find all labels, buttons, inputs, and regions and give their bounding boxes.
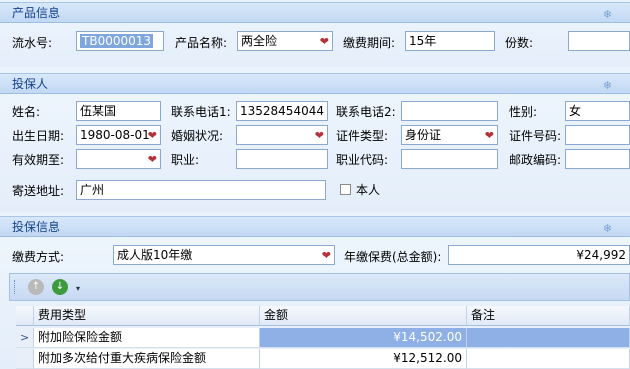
- gender-value: 女: [569, 104, 582, 118]
- marital-label: 婚姻状况:: [171, 129, 224, 143]
- annual-premium-label: 年缴保费(总金额):: [344, 250, 442, 264]
- address-value: 广州: [80, 183, 105, 197]
- phone2-input[interactable]: [401, 101, 498, 121]
- move-up-icon[interactable]: ↑: [28, 279, 44, 295]
- address-input[interactable]: 广州: [76, 180, 326, 200]
- id-type-value: 身份证: [405, 128, 442, 142]
- product-name-value: 两全险: [241, 34, 278, 48]
- snowflake-icon: ❄: [602, 8, 612, 21]
- name-value: 伍某国: [80, 104, 117, 118]
- pay-method-select[interactable]: 成人版10年缴 ❤: [113, 245, 335, 265]
- annual-premium-value: ¥24,992: [576, 248, 626, 262]
- valid-until-select[interactable]: ❤: [76, 149, 161, 169]
- product-name-select[interactable]: 两全险 ❤: [237, 31, 333, 51]
- dropdown-heart-icon[interactable]: ❤: [315, 127, 324, 144]
- copies-input[interactable]: [568, 31, 630, 51]
- payment-period-label: 缴费期间:: [343, 36, 396, 50]
- name-label: 姓名:: [12, 105, 41, 119]
- id-no-label: 证件号码:: [509, 129, 562, 143]
- id-type-select[interactable]: 身份证 ❤: [401, 125, 498, 145]
- job-input[interactable]: [236, 149, 328, 169]
- insured-title: 投保人: [12, 77, 49, 91]
- phone1-value: 13528454044: [240, 104, 324, 118]
- policy-info-title: 投保信息: [12, 220, 61, 234]
- dropdown-heart-icon[interactable]: ❤: [320, 33, 329, 50]
- dropdown-heart-icon[interactable]: ❤: [322, 247, 331, 264]
- serial-value: TB0000013: [80, 34, 154, 48]
- cell-type[interactable]: 附加多次给付重大疾病保险金额: [34, 349, 260, 369]
- payment-period-value: 15年: [409, 34, 437, 48]
- marital-select[interactable]: ❤: [236, 125, 328, 145]
- phone2-label: 联系电话2:: [336, 105, 396, 119]
- row-indicator: [16, 349, 34, 369]
- grid-header-note[interactable]: 备注: [467, 306, 630, 326]
- grid-header-corner: [16, 306, 34, 326]
- gender-label: 性别:: [509, 105, 538, 119]
- policy-info-header: 投保信息 ❄: [0, 217, 630, 237]
- cell-type[interactable]: 附加险保险金额: [34, 328, 260, 348]
- annual-premium-input[interactable]: ¥24,992: [448, 245, 630, 265]
- row-indicator-icon: >: [16, 328, 34, 348]
- pay-method-value: 成人版10年缴: [117, 248, 193, 262]
- dropdown-heart-icon[interactable]: ❤: [485, 127, 494, 144]
- toolbar-overflow-icon[interactable]: ▾: [76, 284, 80, 293]
- table-row[interactable]: 附加多次给付重大疾病保险金额 ¥12,512.00: [16, 349, 630, 369]
- product-info-header: 产品信息 ❄: [0, 3, 630, 23]
- id-no-input[interactable]: [565, 125, 630, 145]
- grid-header-amount[interactable]: 金额: [260, 306, 467, 326]
- id-type-label: 证件类型:: [336, 129, 389, 143]
- pay-method-label: 缴费方式:: [12, 250, 65, 264]
- cell-note[interactable]: [467, 349, 630, 369]
- snowflake-icon: ❄: [602, 222, 612, 235]
- serial-label: 流水号:: [12, 36, 53, 50]
- product-info-title: 产品信息: [12, 6, 61, 20]
- address-label: 寄送地址:: [12, 184, 65, 198]
- move-down-icon[interactable]: ↓: [52, 279, 68, 295]
- valid-until-label: 有效期至:: [12, 153, 65, 167]
- snowflake-icon: ❄: [602, 79, 612, 92]
- postcode-input[interactable]: [565, 149, 630, 169]
- self-label: 本人: [356, 183, 381, 197]
- grid-header-type[interactable]: 费用类型: [34, 306, 260, 326]
- name-input[interactable]: 伍某国: [76, 101, 161, 121]
- grid-header-row: 费用类型 金额 备注: [16, 306, 630, 326]
- toolbar-grip-icon: [14, 280, 17, 294]
- serial-input[interactable]: TB0000013: [76, 31, 164, 51]
- grid-toolbar: ↑ ↓ ▾: [9, 273, 630, 301]
- cell-amount[interactable]: ¥12,512.00: [260, 349, 467, 369]
- dropdown-heart-icon[interactable]: ❤: [148, 127, 157, 144]
- job-code-input[interactable]: [401, 149, 498, 169]
- insured-header: 投保人 ❄: [0, 74, 630, 94]
- self-checkbox[interactable]: [340, 184, 351, 195]
- phone1-label: 联系电话1:: [171, 105, 231, 119]
- cell-note[interactable]: [467, 328, 630, 348]
- phone1-input[interactable]: 13528454044: [236, 101, 328, 121]
- birth-select[interactable]: 1980-08-01 ❤: [76, 125, 161, 145]
- cell-amount[interactable]: ¥14,502.00: [260, 328, 467, 348]
- birth-value: 1980-08-01: [80, 128, 150, 142]
- payment-period-input[interactable]: 15年: [405, 31, 495, 51]
- dropdown-heart-icon[interactable]: ❤: [148, 151, 157, 168]
- gender-input[interactable]: 女: [565, 101, 630, 121]
- postcode-label: 邮政编码:: [509, 153, 562, 167]
- product-name-label: 产品名称:: [175, 36, 228, 50]
- table-row[interactable]: > 附加险保险金额 ¥14,502.00: [16, 328, 630, 348]
- job-code-label: 职业代码:: [336, 153, 389, 167]
- copies-label: 份数:: [505, 36, 534, 50]
- birth-label: 出生日期:: [12, 129, 65, 143]
- job-label: 职业:: [171, 153, 200, 167]
